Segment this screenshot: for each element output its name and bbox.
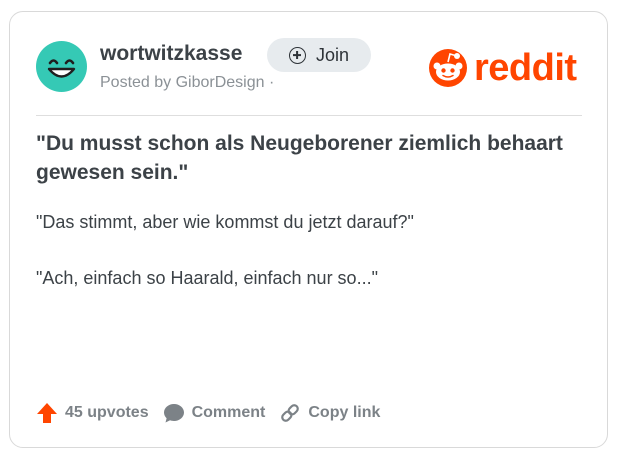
post-title: "Du musst schon als Neugeborener ziemlic… bbox=[36, 132, 563, 184]
comment-bubble-icon bbox=[163, 404, 184, 423]
subreddit-name[interactable]: wortwitzkasse bbox=[100, 42, 242, 66]
reddit-wordmark: reddit bbox=[474, 47, 577, 89]
upvote-arrow-icon bbox=[37, 403, 57, 423]
upvote-count: 45 upvotes bbox=[65, 404, 149, 421]
plus-circle-icon bbox=[288, 46, 306, 64]
link-icon bbox=[281, 404, 300, 422]
smiley-face-icon bbox=[47, 59, 76, 78]
comment-button[interactable]: Comment bbox=[163, 402, 266, 424]
reddit-snoo-icon bbox=[429, 49, 467, 87]
post-actions: 45 upvotes Comment Copy link bbox=[36, 402, 380, 424]
comment-label: Comment bbox=[191, 404, 266, 421]
join-label: Join bbox=[315, 44, 350, 65]
subreddit-avatar[interactable] bbox=[36, 41, 87, 92]
post-body-line-1: "Das stimmt, aber wie kommst du jetzt da… bbox=[36, 212, 414, 232]
upvote-button[interactable]: 45 upvotes bbox=[36, 402, 149, 424]
reddit-logo: reddit bbox=[428, 46, 577, 90]
post-card: wortwitzkasse Join Posted by GiborDesign… bbox=[9, 11, 608, 448]
header-divider bbox=[36, 115, 582, 116]
posted-by[interactable]: Posted by GiborDesign · bbox=[100, 74, 274, 92]
copy-link-button[interactable]: Copy link bbox=[279, 402, 380, 424]
join-button[interactable]: Join bbox=[267, 38, 371, 72]
post-body-line-2: "Ach, einfach so Haarald, einfach nur so… bbox=[36, 268, 378, 288]
copy-link-label: Copy link bbox=[308, 404, 381, 421]
